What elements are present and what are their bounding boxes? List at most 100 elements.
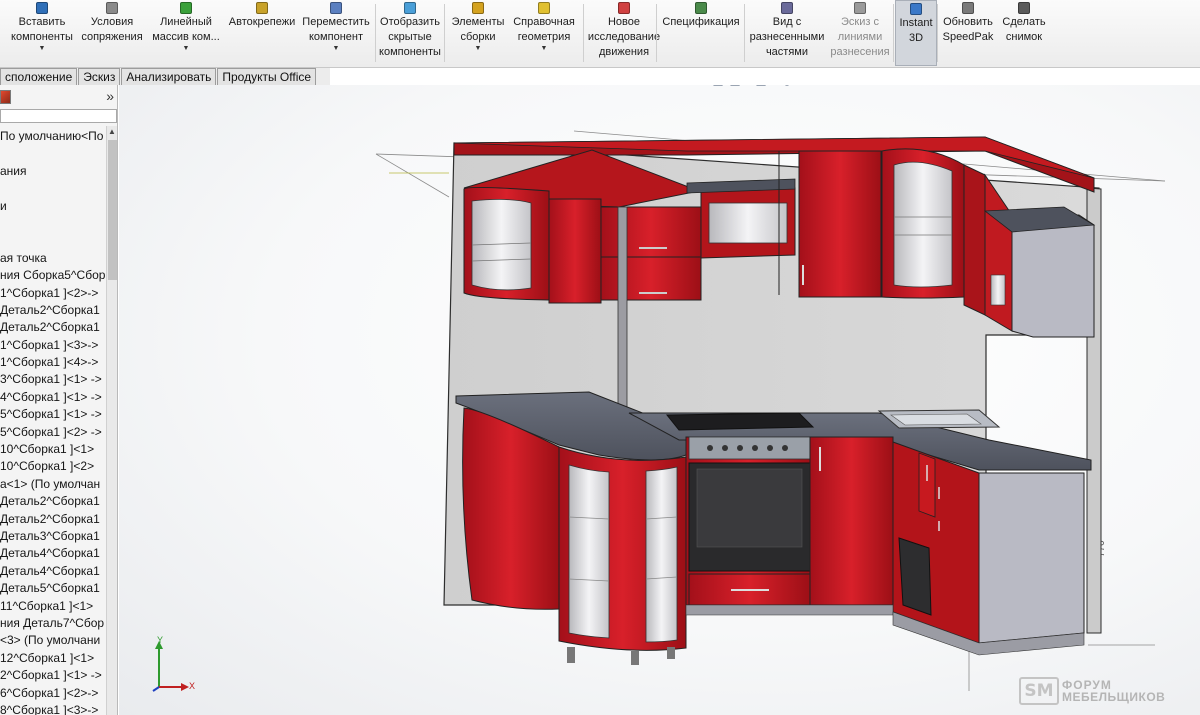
- right-grey-end-panel: [978, 472, 1085, 644]
- tree-node[interactable]: [0, 180, 108, 197]
- triad-y-label: Y: [157, 635, 164, 645]
- ribbon-button-label: Новое исследование движения: [587, 16, 661, 58]
- tree-node[interactable]: Деталь2^Сборка1: [0, 302, 108, 319]
- ribbon-button-smart-fasteners[interactable]: Автокрепежи: [224, 0, 300, 66]
- ribbon-button-insert-components[interactable]: Вставить компоненты ▼: [4, 0, 80, 66]
- tree-node[interactable]: и: [0, 198, 108, 215]
- forum-watermark: SM ФОРУМ МЕБЕЛЬЩИКОВ: [1019, 675, 1165, 707]
- tab-office-products[interactable]: Продукты Office: [217, 68, 317, 85]
- ribbon-button-label: Справочная геометрия: [513, 16, 575, 43]
- ribbon-button-bom[interactable]: Спецификация: [658, 0, 744, 66]
- tree-node[interactable]: 4^Сборка1 ]<1> ->: [0, 389, 108, 406]
- ribbon-separator: [444, 4, 445, 62]
- ribbon-button-show-hidden[interactable]: Отобразить скрытые компоненты: [375, 0, 445, 66]
- tree-node[interactable]: 6^Сборка1 ]<2>->: [0, 685, 108, 702]
- tree-node[interactable]: Деталь2^Сборка1: [0, 319, 108, 336]
- scroll-thumb[interactable]: [108, 140, 117, 280]
- tree-filter-input[interactable]: [0, 109, 117, 123]
- tree-node[interactable]: [0, 232, 108, 249]
- linear-pattern-icon: [180, 2, 192, 14]
- ribbon-button-motion-study[interactable]: Новое исследование движения: [587, 0, 661, 66]
- tree-scrollbar[interactable]: ▲: [106, 126, 117, 715]
- watermark-line2: МЕБЕЛЬЩИКОВ: [1062, 690, 1166, 704]
- ribbon-button-label: Сделать снимок: [1002, 16, 1046, 43]
- tree-node[interactable]: 3^Сборка1 ]<1> ->: [0, 371, 108, 388]
- tree-node[interactable]: По умолчанию<По: [0, 128, 108, 145]
- ribbon-button-linear-pattern[interactable]: Линейный массив ком... ▼: [146, 0, 226, 66]
- ribbon-button-reference-geometry[interactable]: Справочная геометрия ▼: [509, 0, 579, 66]
- ribbon-button-label: Вставить компоненты: [11, 16, 73, 43]
- ribbon-button-label: Автокрепежи: [228, 16, 296, 28]
- tree-node[interactable]: <3> (По умолчани: [0, 632, 108, 649]
- tab-evaluate[interactable]: Анализировать: [121, 68, 217, 85]
- feature-tree: По умолчанию<По ания и ая точка ния Сборка5^…: [0, 128, 108, 715]
- dropdown-arrow-icon[interactable]: ▼: [183, 45, 190, 53]
- upper-cabinet-3: [600, 206, 702, 258]
- collapse-panel-button[interactable]: »: [106, 88, 114, 104]
- tree-node[interactable]: 2^Сборка1 ]<1> ->: [0, 667, 108, 684]
- tree-node[interactable]: Деталь4^Сборка1: [0, 563, 108, 580]
- tree-node[interactable]: a<1> (По умолчан: [0, 476, 108, 493]
- tab-sketch[interactable]: Эскиз: [78, 68, 121, 85]
- coordinate-triad: Y X: [147, 635, 197, 693]
- tree-node[interactable]: Деталь5^Сборка1: [0, 580, 108, 597]
- exploded-view-icon: [781, 2, 793, 14]
- upper-tall-door: [798, 150, 882, 298]
- plinth: [685, 604, 894, 616]
- tree-node[interactable]: ния Деталь7^Сбор: [0, 615, 108, 632]
- ribbon-button-label: Спецификация: [662, 16, 740, 28]
- base-door-right: [809, 436, 894, 606]
- tree-node[interactable]: ая точка: [0, 250, 108, 267]
- upper-grey-box: [1011, 214, 1095, 338]
- tab-layout[interactable]: сположение: [0, 68, 78, 85]
- tree-node[interactable]: [0, 215, 108, 232]
- ribbon-button-label: Отобразить скрытые компоненты: [379, 16, 441, 58]
- move-component-icon: [330, 2, 342, 14]
- mate-icon: [106, 2, 118, 14]
- tree-node[interactable]: ния Сборка5^Сбор: [0, 267, 108, 284]
- ribbon-separator: [583, 4, 584, 62]
- tree-node[interactable]: Деталь2^Сборка1: [0, 511, 108, 528]
- feature-manager-tab-icon[interactable]: [0, 90, 11, 104]
- smart-fasteners-icon: [256, 2, 268, 14]
- ribbon-button-explode-line-sketch[interactable]: Эскиз с линиями разнесения: [826, 0, 894, 66]
- tree-node[interactable]: 1^Сборка1 ]<4>->: [0, 354, 108, 371]
- feature-manager-panel: » По умолчанию<По ания и ая точка ния Сборка…: [0, 85, 118, 715]
- tree-node[interactable]: 1^Сборка1 ]<3>->: [0, 337, 108, 354]
- tree-node[interactable]: Деталь4^Сборка1: [0, 545, 108, 562]
- ribbon-button-speedpak[interactable]: Обновить SpeedPak: [939, 0, 997, 66]
- cooktop: [665, 412, 815, 431]
- ribbon-button-move-component[interactable]: Переместить компонент ▼: [300, 0, 372, 66]
- ribbon-button-label: Переместить компонент: [302, 16, 370, 43]
- tree-node[interactable]: 10^Сборка1 ]<1>: [0, 441, 108, 458]
- ribbon-button-instant3d[interactable]: Instant 3D: [895, 0, 937, 66]
- dropdown-arrow-icon[interactable]: ▼: [541, 45, 548, 53]
- insert-components-icon: [36, 2, 48, 14]
- ribbon-button-label: Обновить SpeedPak: [942, 16, 994, 43]
- tree-node[interactable]: 5^Сборка1 ]<1> ->: [0, 406, 108, 423]
- dropdown-arrow-icon[interactable]: ▼: [39, 45, 46, 53]
- ribbon-button-assembly-features[interactable]: Элементы сборки ▼: [447, 0, 509, 66]
- tree-node[interactable]: 12^Сборка1 ]<1>: [0, 650, 108, 667]
- ribbon-button-label: Условия сопряжения: [81, 16, 143, 43]
- assembly-features-icon: [472, 2, 484, 14]
- tree-node[interactable]: 1^Сборка1 ]<2>->: [0, 285, 108, 302]
- tree-node[interactable]: 8^Сборка1 ]<3>->: [0, 702, 108, 715]
- tree-node[interactable]: Деталь2^Сборка1: [0, 493, 108, 510]
- tree-node[interactable]: 11^Сборка1 ]<1>: [0, 598, 108, 615]
- tree-node[interactable]: Деталь3^Сборка1: [0, 528, 108, 545]
- tree-node[interactable]: 10^Сборка1 ]<2>: [0, 458, 108, 475]
- ribbon-separator: [937, 4, 938, 62]
- bom-icon: [695, 2, 707, 14]
- scroll-up-arrow-icon[interactable]: ▲: [107, 126, 117, 138]
- ribbon-button-mate[interactable]: Условия сопряжения: [80, 0, 144, 66]
- graphics-area[interactable]: ⊕⊞↶◧▣▼◩▼◎▼●▼◐▭▼ 770: [119, 85, 1200, 715]
- ribbon-button-snapshot[interactable]: Сделать снимок: [999, 0, 1049, 66]
- tree-node[interactable]: ания: [0, 163, 108, 180]
- dropdown-arrow-icon[interactable]: ▼: [475, 45, 482, 53]
- tree-node[interactable]: [0, 145, 108, 162]
- ribbon-button-exploded-view[interactable]: Вид с разнесенными частями: [746, 0, 828, 66]
- tree-node[interactable]: 5^Сборка1 ]<2> ->: [0, 424, 108, 441]
- ribbon-button-label: Элементы сборки: [451, 16, 505, 43]
- dropdown-arrow-icon[interactable]: ▼: [333, 45, 340, 53]
